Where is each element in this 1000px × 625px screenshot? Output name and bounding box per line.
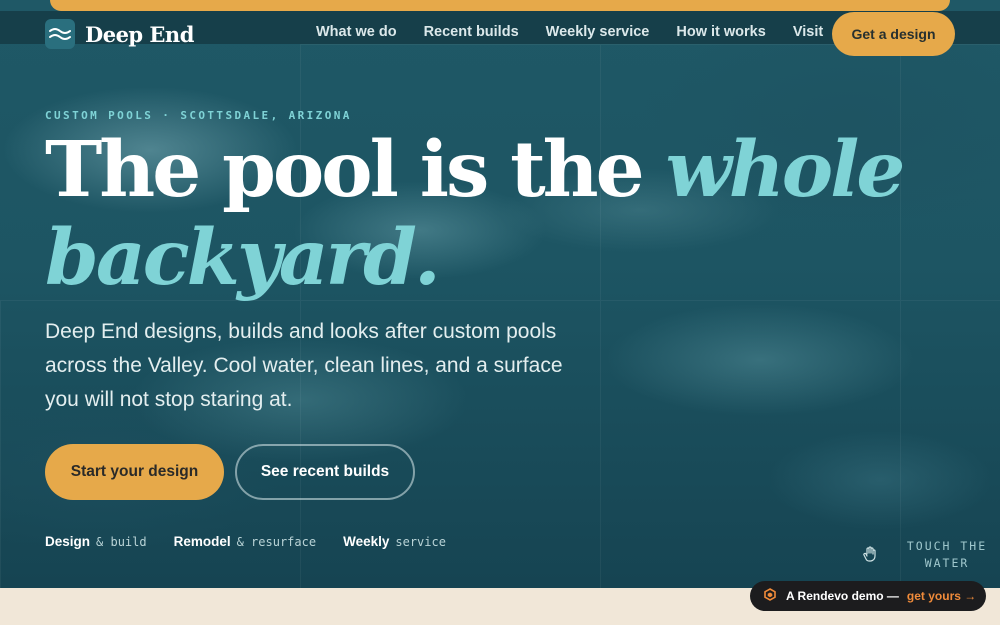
nav-how-it-works[interactable]: How it works — [676, 24, 765, 40]
brand-logo-link[interactable]: Deep End — [45, 19, 194, 49]
service-item: Remodel & resurface — [174, 533, 317, 551]
service-list: Design & build Remodel & resurface Weekly s… — [45, 533, 473, 551]
hand-pointer-icon — [863, 546, 877, 567]
service-subtitle: & resurface — [236, 535, 317, 549]
brand-name: Deep End — [85, 21, 194, 47]
get-a-design-button[interactable]: Get a design — [832, 12, 955, 56]
touch-the-water-label: TOUCH THE WATER — [899, 538, 995, 572]
nav-what-we-do[interactable]: What we do — [316, 24, 397, 40]
rendevo-demo-badge[interactable]: A Rendevo demo — get yours → — [750, 581, 986, 611]
main-nav: What we do Recent builds Weekly service … — [316, 24, 850, 40]
service-item: Weekly service — [343, 533, 446, 551]
headline-accent-whole: whole — [665, 125, 905, 215]
start-your-design-button[interactable]: Start your design — [45, 444, 224, 500]
get-yours-link[interactable]: get yours → — [907, 589, 976, 603]
touch-label-line-1: TOUCH THE — [906, 539, 988, 553]
nav-visit[interactable]: Visit — [793, 24, 823, 40]
rendevo-logo-icon — [764, 588, 776, 604]
service-title: Design — [45, 534, 91, 549]
touch-label-line-2: WATER — [924, 556, 970, 570]
service-subtitle: & build — [96, 535, 147, 549]
service-title: Remodel — [173, 534, 231, 549]
nav-weekly-service[interactable]: Weekly service — [546, 24, 650, 40]
hero-eyebrow: CUSTOM POOLS · SCOTTSDALE, ARIZONA — [45, 109, 352, 122]
wave-logo-icon — [45, 19, 75, 49]
demo-badge-text: A Rendevo demo — — [786, 589, 899, 603]
service-subtitle: service — [395, 535, 446, 549]
service-title: Weekly — [343, 534, 390, 549]
touch-the-water-hint[interactable]: TOUCH THE WATER — [863, 538, 995, 572]
service-item: Design & build — [45, 533, 147, 551]
hero-description: Deep End designs, builds and looks after… — [45, 320, 563, 411]
hero-headline: The pool is the whole backyard. — [45, 126, 945, 302]
nav-recent-builds[interactable]: Recent builds — [424, 24, 519, 40]
top-accent-strip — [50, 0, 950, 11]
headline-plain: The pool is the — [45, 125, 645, 215]
see-recent-builds-button[interactable]: See recent builds — [235, 444, 415, 500]
headline-accent-backyard: backyard. — [45, 213, 441, 303]
